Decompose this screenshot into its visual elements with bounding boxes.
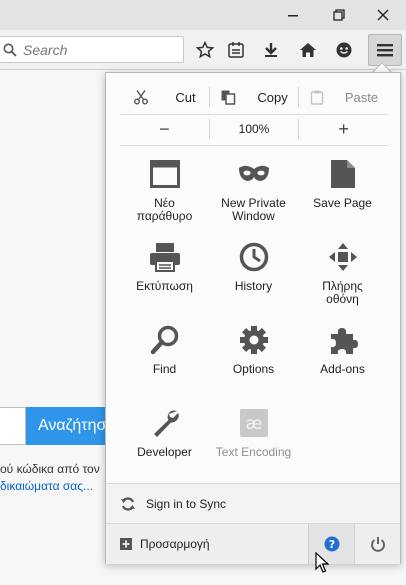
customize-button[interactable]: Προσαρμογή [106, 524, 308, 564]
mouse-pointer-icon [315, 552, 329, 573]
page-search-field[interactable] [0, 407, 26, 445]
downloads-button[interactable] [257, 36, 285, 64]
developer-button[interactable]: Developer [120, 402, 209, 485]
search-icon [3, 43, 17, 57]
wrench-icon [148, 406, 182, 440]
close-button[interactable] [360, 0, 406, 30]
paste-label: Paste [344, 89, 379, 105]
power-icon [370, 537, 385, 552]
page-text-line: ού κώδικα από τον [0, 462, 100, 476]
star-icon [196, 41, 214, 59]
edit-controls: Cut Copy Paste [120, 83, 388, 111]
bookmark-star-button[interactable] [191, 36, 219, 64]
help-question-icon: ? [324, 536, 339, 552]
tile-label: Save Page [313, 196, 372, 210]
home-button[interactable] [294, 36, 322, 64]
reading-list-button[interactable] [222, 36, 250, 64]
download-arrow-icon [265, 43, 277, 57]
svg-text:?: ? [328, 538, 334, 551]
chat-smiley-icon [336, 42, 352, 58]
tile-label: Developer [137, 445, 192, 459]
puzzle-icon [326, 323, 360, 357]
minimize-button[interactable] [270, 0, 316, 30]
addons-button[interactable]: Add-ons [298, 319, 387, 402]
tile-label: Νέο παράθυρο [136, 196, 193, 223]
quit-button[interactable] [354, 524, 400, 564]
tile-label: Find [152, 362, 177, 376]
menu-tiles-grid: Νέο παράθυρο New Private Window Save Pag… [120, 153, 388, 485]
customize-label: Προσαρμογή [140, 537, 210, 551]
menu-footer: Προσαρμογή ? [106, 523, 400, 564]
options-button[interactable]: Options [209, 319, 298, 402]
search-input[interactable] [23, 41, 173, 58]
page-search-button[interactable]: Αναζήτηση [26, 407, 116, 445]
restore-icon [333, 9, 345, 21]
new-window-icon [148, 157, 182, 191]
text-encoding-icon: æ [237, 406, 271, 440]
clock-icon [237, 240, 271, 274]
fullscreen-button[interactable]: Πλήρης οθόνη [298, 236, 387, 319]
close-icon [377, 9, 389, 21]
tile-label: Options [232, 362, 275, 376]
open-menu-button[interactable] [368, 34, 402, 66]
tile-label: Add-ons [320, 362, 365, 376]
printer-icon [148, 240, 182, 274]
page-link[interactable]: δικαιώματα σας... [0, 479, 110, 493]
gear-icon [237, 323, 271, 357]
magnifier-icon [148, 323, 182, 357]
tile-label: Εκτύπωση [136, 279, 193, 293]
find-button[interactable]: Find [120, 319, 209, 402]
hello-chat-button[interactable] [330, 36, 358, 64]
minimize-icon [288, 15, 298, 17]
fullscreen-icon [326, 240, 360, 274]
cut-button[interactable]: Cut [120, 83, 209, 111]
print-button[interactable]: Εκτύπωση [120, 236, 209, 319]
sign-in-sync-button[interactable]: Sign in to Sync [106, 483, 400, 523]
new-private-window-button[interactable]: New Private Window [209, 153, 298, 236]
svg-text:æ: æ [245, 414, 262, 434]
hamburger-menu-icon [377, 44, 393, 57]
tile-label: Πλήρης οθόνη [322, 279, 363, 306]
scissors-icon [134, 90, 149, 105]
zoom-in-button[interactable]: + [299, 115, 388, 143]
plus-square-icon [120, 538, 132, 550]
save-page-button[interactable]: Save Page [298, 153, 387, 236]
sync-label: Sign in to Sync [146, 496, 227, 511]
tile-label: History [234, 279, 273, 293]
navigation-toolbar [0, 30, 406, 70]
title-bar [0, 0, 406, 30]
copy-button[interactable]: Copy [210, 83, 299, 111]
text-encoding-button[interactable]: æ Text Encoding [209, 402, 298, 485]
home-icon [300, 43, 316, 57]
copy-icon [221, 90, 236, 105]
bookmarks-list-icon [228, 42, 244, 58]
new-window-button[interactable]: Νέο παράθυρο [120, 153, 209, 236]
tile-label: New Private Window [221, 196, 286, 223]
copy-label: Copy [257, 89, 288, 105]
history-button[interactable]: History [209, 236, 298, 319]
private-mask-icon [237, 157, 271, 191]
search-box[interactable] [0, 36, 184, 63]
sync-icon [121, 496, 135, 511]
restore-button[interactable] [316, 0, 362, 30]
cut-label: Cut [175, 89, 196, 105]
clipboard-icon [310, 90, 324, 105]
paste-button[interactable]: Paste [299, 83, 388, 111]
main-menu-panel: Cut Copy Paste − 100% + Νέο παράθυρο New… [105, 72, 401, 564]
zoom-out-button[interactable]: − [120, 115, 209, 143]
zoom-controls: − 100% + [120, 115, 388, 143]
save-page-icon [326, 157, 360, 191]
tile-label: Text Encoding [215, 445, 292, 459]
zoom-reset-button[interactable]: 100% [210, 115, 299, 143]
separator [120, 145, 388, 146]
